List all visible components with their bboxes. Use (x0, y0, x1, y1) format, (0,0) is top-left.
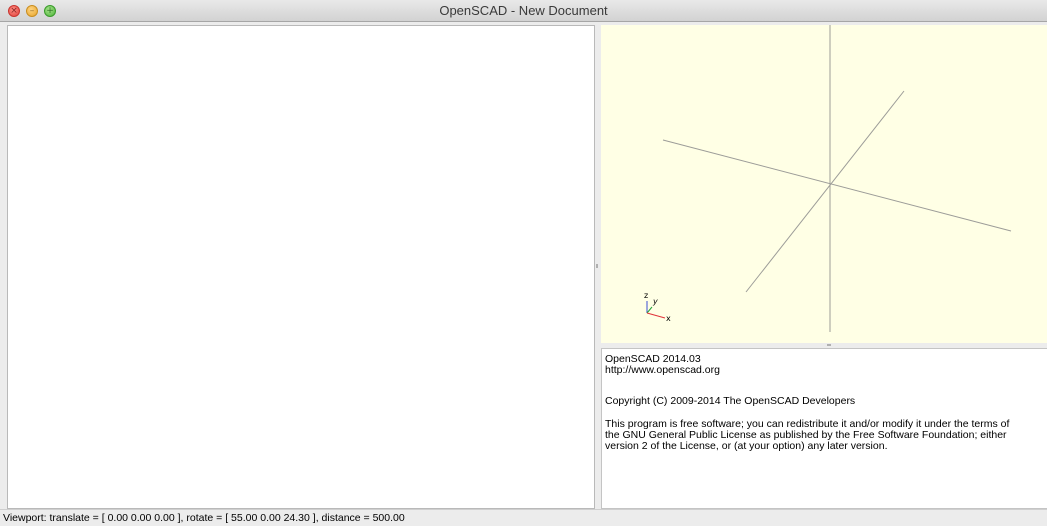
splitter-grip-icon (827, 344, 831, 346)
console-output[interactable]: OpenSCAD 2014.03 http://www.openscad.org… (601, 348, 1047, 509)
widget-x-axis (646, 312, 666, 319)
3d-viewport[interactable]: z y x (601, 25, 1047, 343)
window-title: OpenSCAD - New Document (439, 3, 608, 18)
widget-y-label: y (652, 297, 658, 306)
console-url-line: http://www.openscad.org (605, 364, 720, 376)
viewport-canvas: z y x (644, 25, 1012, 332)
widget-z-label: z (644, 291, 648, 300)
splitter-grip-icon (596, 264, 598, 268)
viewport-status-text: Viewport: translate = [ 0.00 0.00 0.00 ]… (3, 512, 405, 524)
console-copyright-line: Copyright (C) 2009-2014 The OpenSCAD Dev… (605, 395, 856, 407)
widget-x-label: x (666, 314, 671, 323)
x-axis-line (662, 139, 1012, 232)
code-editor[interactable] (7, 25, 595, 509)
title-bar[interactable]: × – + OpenSCAD - New Document (0, 0, 1047, 22)
openscad-window: × – + OpenSCAD - New Document z y x Open… (0, 0, 1047, 526)
status-bar: Viewport: translate = [ 0.00 0.00 0.00 ]… (0, 509, 1047, 526)
console-license-line-3: version 2 of the License, or (at your op… (605, 440, 888, 452)
y-axis-line (745, 90, 905, 293)
axes-orientation-widget: z y x (644, 291, 671, 323)
widget-y-axis (646, 306, 653, 314)
